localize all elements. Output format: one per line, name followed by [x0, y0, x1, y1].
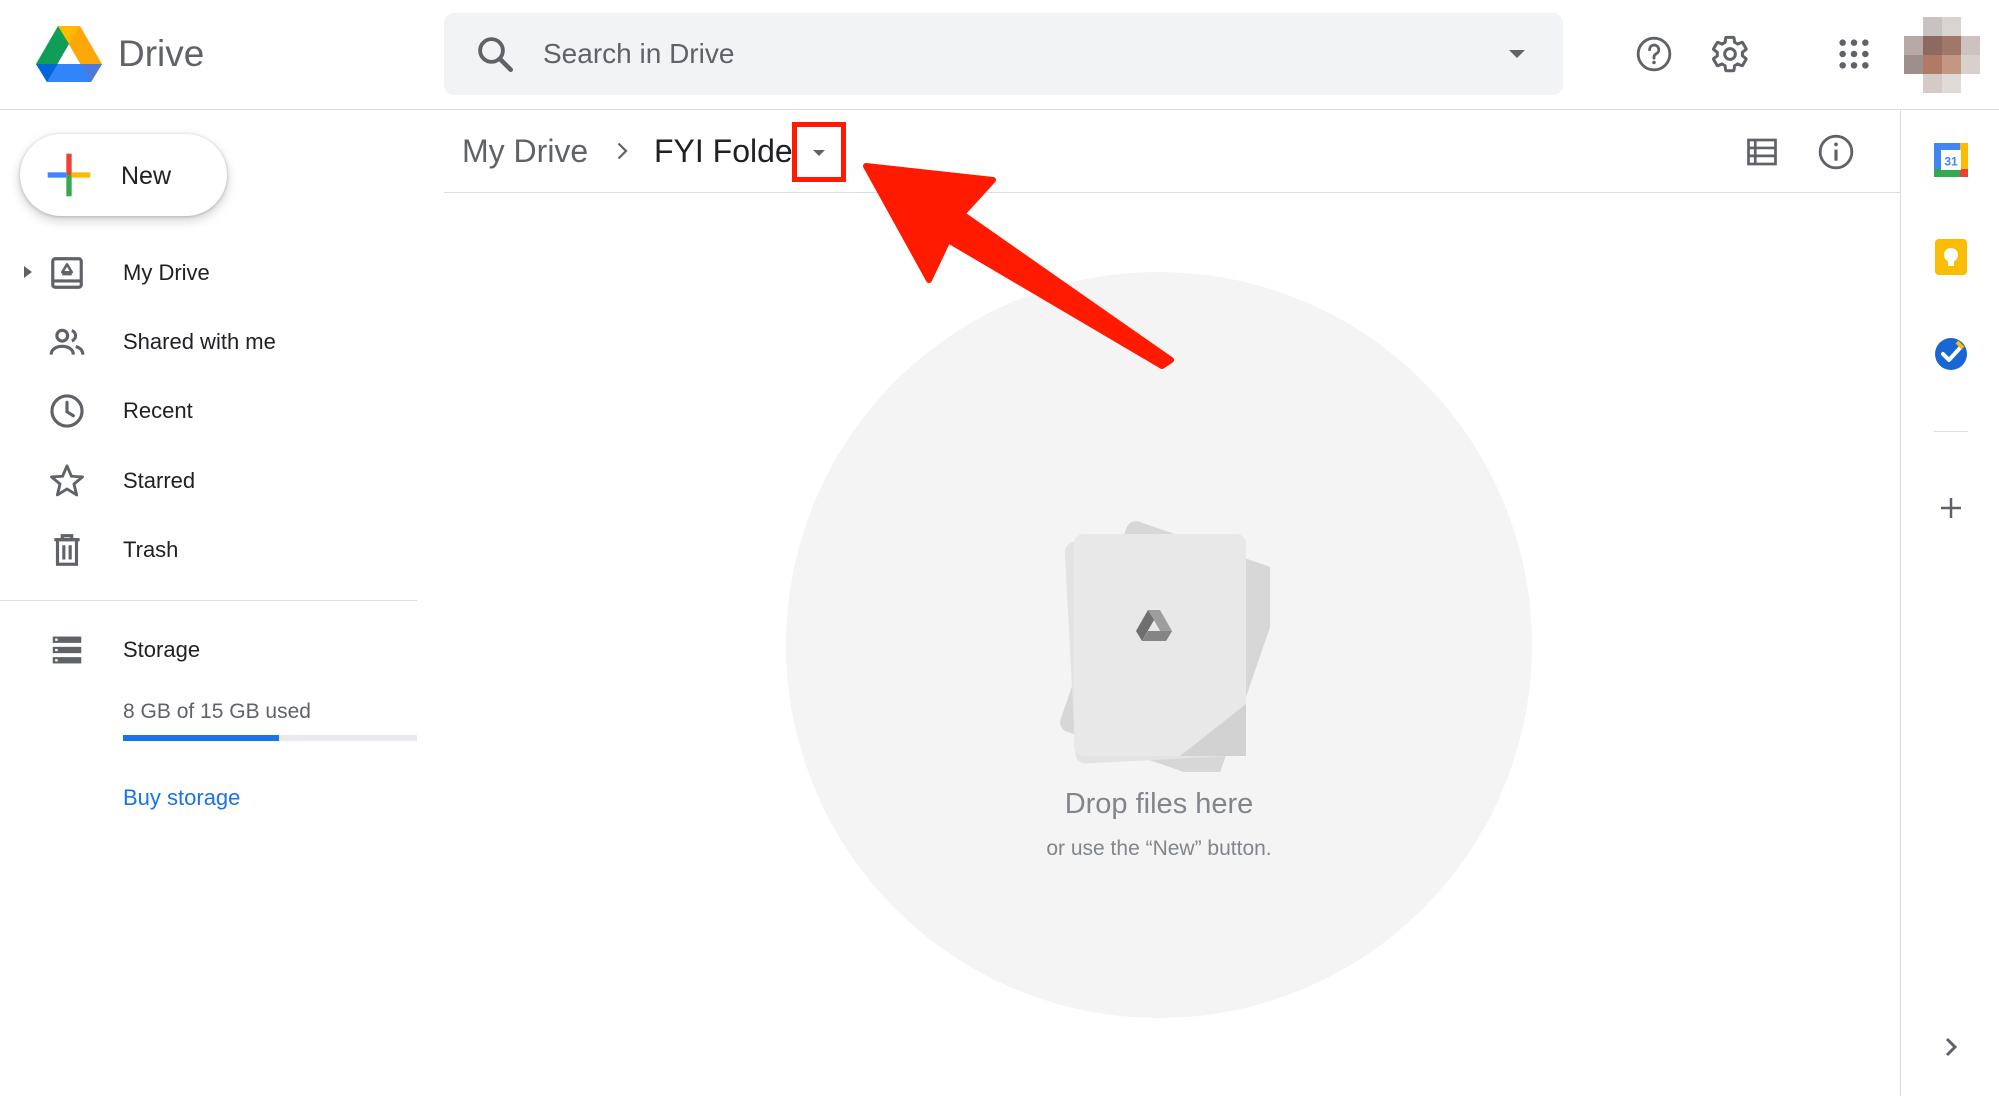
drop-files-subtitle: or use the “New” button. — [1046, 837, 1272, 860]
search-bar[interactable]: Search in Drive — [444, 13, 1563, 95]
expand-panel-icon[interactable] — [1931, 1027, 1971, 1067]
sidebar-item-label: Starred — [123, 468, 196, 493]
plus-icon — [47, 153, 91, 197]
shared-icon — [49, 328, 85, 355]
storage-usage-text: 8 GB of 15 GB used — [123, 700, 311, 723]
new-button-label: New — [121, 162, 172, 190]
settings-button[interactable] — [1703, 27, 1757, 81]
side-panel: 31 — [1900, 110, 1999, 1096]
sidebar-item-label: My Drive — [123, 260, 210, 285]
trash-icon — [54, 534, 80, 566]
info-icon — [1818, 134, 1854, 170]
chevron-down-icon — [813, 150, 825, 156]
drop-files-illustration — [1060, 521, 1270, 772]
help-icon — [1636, 36, 1672, 72]
list-view-icon — [1747, 138, 1777, 166]
top-bar: Drive Search in Drive — [0, 0, 1999, 110]
folder-menu-dropdown-button[interactable] — [792, 122, 846, 182]
side-panel-divider — [1934, 431, 1968, 432]
sidebar-item-label: Shared with me — [123, 329, 276, 354]
drive-logo-icon[interactable] — [36, 24, 102, 82]
account-avatar[interactable] — [1904, 17, 1980, 93]
my-drive-icon — [51, 257, 83, 289]
sidebar-item-label: Storage — [123, 637, 201, 662]
search-input[interactable]: Search in Drive — [543, 37, 734, 71]
toolbar-divider — [444, 192, 1900, 193]
sidebar-item-starred[interactable]: Starred — [0, 449, 417, 511]
recent-icon — [50, 394, 84, 428]
breadcrumb-current-folder[interactable]: FYI Folder — [654, 131, 803, 171]
breadcrumb-my-drive[interactable]: My Drive — [462, 131, 588, 171]
storage-icon — [52, 636, 82, 664]
sidebar-item-label: Trash — [123, 537, 179, 562]
sidebar-item-shared-with-me[interactable]: Shared with me — [0, 310, 417, 372]
expand-caret-icon[interactable] — [20, 263, 36, 281]
star-icon — [50, 464, 84, 497]
calendar-day: 31 — [1944, 155, 1958, 169]
calendar-icon[interactable]: 31 — [1931, 140, 1971, 180]
tasks-icon[interactable] — [1931, 334, 1971, 374]
search-options-icon[interactable] — [1501, 38, 1533, 70]
sidebar-item-storage[interactable]: Storage — [0, 618, 417, 680]
apps-grid-icon — [1839, 39, 1869, 69]
help-button[interactable] — [1627, 27, 1681, 81]
chevron-right-icon — [617, 142, 628, 160]
details-button[interactable] — [1808, 124, 1864, 180]
keep-icon[interactable] — [1931, 237, 1971, 277]
settings-icon — [1712, 35, 1748, 73]
drop-files-title: Drop files here — [1064, 788, 1254, 820]
storage-progress-fill — [123, 735, 279, 741]
sidebar-divider — [0, 600, 417, 601]
app-name[interactable]: Drive — [118, 30, 204, 78]
sidebar-item-recent[interactable]: Recent — [0, 379, 417, 441]
new-button[interactable]: New — [20, 134, 227, 216]
add-addon-icon[interactable] — [1931, 488, 1971, 528]
storage-progress-bar — [123, 735, 417, 741]
buy-storage-link[interactable]: Buy storage — [123, 785, 240, 811]
sidebar-item-trash[interactable]: Trash — [0, 518, 417, 580]
search-icon[interactable] — [474, 33, 516, 75]
sidebar-item-label: Recent — [123, 398, 193, 423]
apps-button[interactable] — [1827, 27, 1881, 81]
list-view-button[interactable] — [1734, 124, 1790, 180]
sidebar-item-my-drive[interactable]: My Drive — [0, 241, 417, 303]
